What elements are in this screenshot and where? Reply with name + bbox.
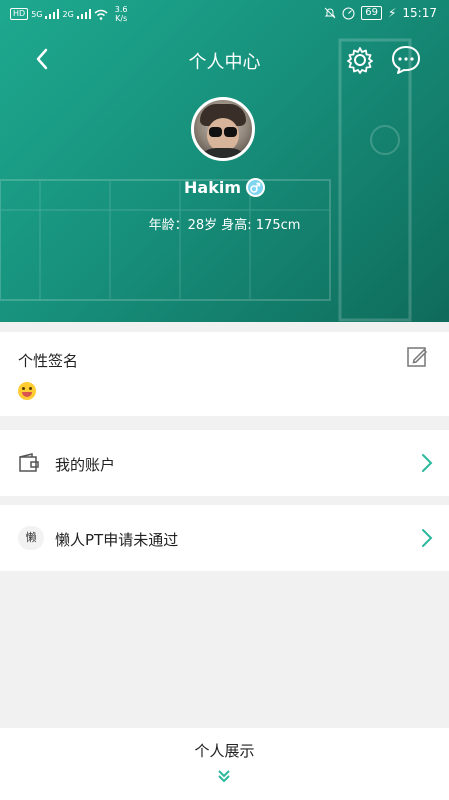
lazy-badge-icon: 懒 bbox=[18, 526, 44, 550]
chevron-right-icon bbox=[422, 529, 433, 547]
speed-unit: K/s bbox=[115, 14, 128, 23]
signature-card: 个性签名 bbox=[0, 332, 449, 416]
signal-icon-2 bbox=[76, 9, 91, 19]
signature-emoji bbox=[18, 382, 36, 400]
edit-icon[interactable] bbox=[405, 345, 429, 369]
charging-icon: ⚡ bbox=[387, 6, 397, 20]
speed-value: 3.6 bbox=[114, 5, 128, 14]
page-title: 个人中心 bbox=[188, 52, 261, 73]
gear-icon[interactable] bbox=[345, 45, 375, 75]
chevron-right-icon bbox=[422, 454, 433, 472]
battery-indicator: 69 bbox=[361, 6, 382, 20]
signal-icon bbox=[45, 9, 60, 19]
network-5g-label: 5G bbox=[31, 9, 43, 19]
network-2g-label: 2G bbox=[62, 9, 74, 19]
signature-title: 个性签名 bbox=[18, 352, 79, 370]
personal-showcase-bar[interactable]: 个人展示 bbox=[0, 728, 449, 800]
username: Hakim bbox=[184, 178, 241, 197]
menu-item-label: 懒人PT申请未通过 bbox=[55, 531, 179, 549]
status-bar: HD 5G 2G 3.6 K/s 69 ⚡ 15:17 bbox=[0, 0, 449, 28]
age-height-info: 年龄：28岁 身高: 175cm bbox=[148, 218, 301, 233]
chat-bubble-icon[interactable] bbox=[390, 44, 422, 76]
wallet-icon bbox=[19, 453, 39, 472]
clock: 15:17 bbox=[402, 6, 437, 20]
double-chevron-down-icon[interactable] bbox=[216, 768, 232, 784]
profile-header: HD 5G 2G 3.6 K/s 69 ⚡ 15:17 个人中心 Hakim 年… bbox=[0, 0, 449, 322]
wifi-icon bbox=[94, 9, 108, 20]
menu-item-lazy-pt[interactable]: 懒 懒人PT申请未通过 bbox=[0, 505, 449, 571]
menu-item-label: 我的账户 bbox=[55, 456, 116, 474]
speedometer-icon bbox=[342, 7, 355, 19]
male-gender-icon bbox=[246, 178, 265, 197]
avatar[interactable] bbox=[191, 97, 255, 161]
hd-badge: HD bbox=[10, 8, 29, 20]
menu-item-my-account[interactable]: 我的账户 bbox=[0, 430, 449, 496]
personal-showcase-label: 个人展示 bbox=[194, 742, 255, 760]
network-speed: 3.6 K/s bbox=[115, 5, 128, 23]
mute-bell-icon bbox=[324, 7, 336, 19]
